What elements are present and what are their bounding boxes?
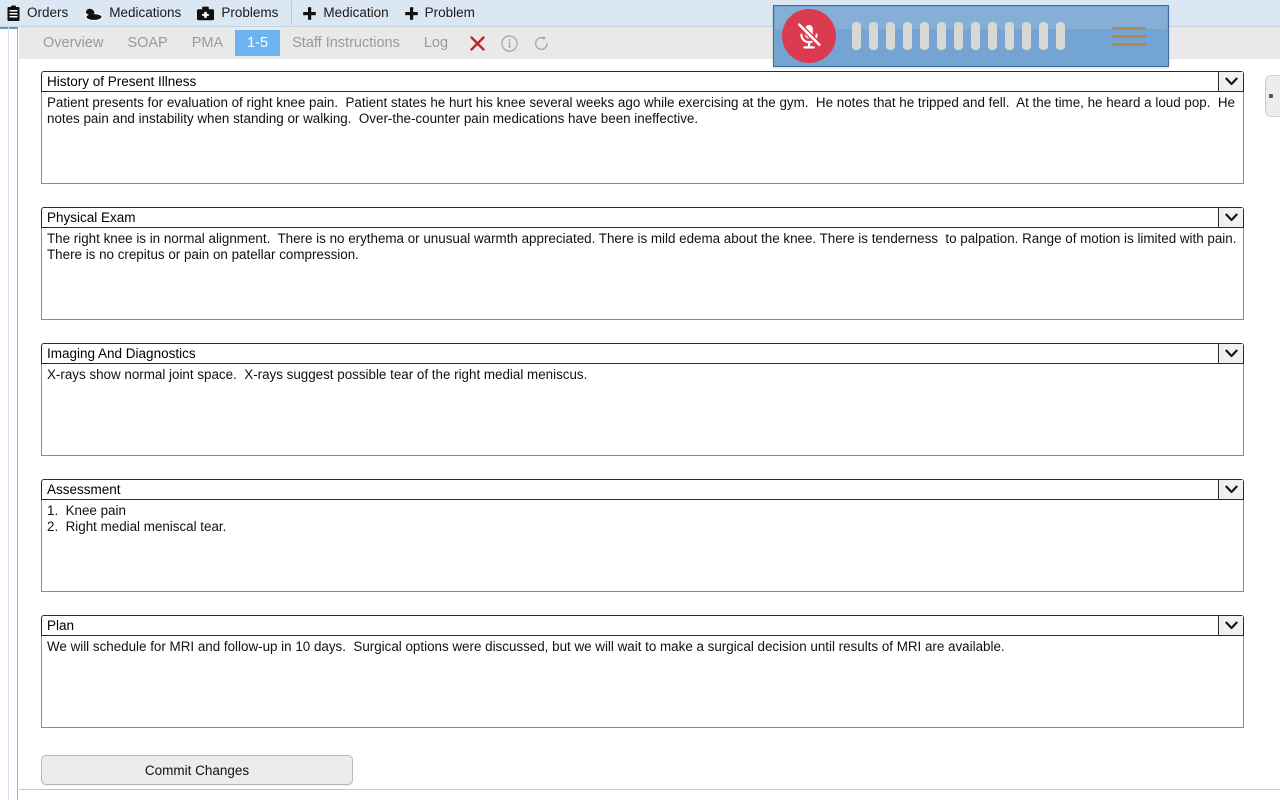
section-header[interactable]: Assessment	[41, 479, 1244, 500]
waveform-bar	[852, 22, 861, 50]
tab-log[interactable]: Log	[412, 30, 460, 56]
section-text[interactable]: X-rays show normal joint space. X-rays s…	[41, 364, 1244, 456]
menu-line	[1112, 42, 1146, 46]
waveform-bar	[886, 22, 895, 50]
microphone-muted-icon[interactable]	[782, 9, 836, 63]
waveform-bar	[869, 22, 878, 50]
toolbar-item-medications[interactable]: Medications	[77, 0, 190, 27]
note-section-plan: Plan We will schedule for MRI and follow…	[41, 615, 1244, 728]
waveform-bar	[1039, 22, 1048, 50]
dictation-toolbar[interactable]	[773, 5, 1169, 67]
left-rail	[0, 27, 18, 800]
note-section-imaging-and-diagnostics: Imaging And Diagnostics X-rays show norm…	[41, 343, 1244, 456]
section-text[interactable]: The right knee is in normal alignment. T…	[41, 228, 1244, 320]
left-rail-divider	[8, 27, 9, 800]
plus-icon	[302, 6, 317, 21]
toolbar-separator	[291, 1, 293, 25]
waveform-bar	[954, 22, 963, 50]
section-text[interactable]: 1. Knee pain 2. Right medial meniscal te…	[41, 500, 1244, 592]
chevron-down-icon[interactable]	[1218, 616, 1243, 635]
plus-icon	[404, 6, 419, 21]
refresh-icon[interactable]	[526, 30, 556, 56]
section-header[interactable]: Imaging And Diagnostics	[41, 343, 1244, 364]
section-title: Assessment	[47, 481, 121, 497]
menu-line	[1112, 26, 1146, 30]
add-medication-label: Medication	[323, 5, 389, 21]
section-text[interactable]: We will schedule for MRI and follow-up i…	[41, 636, 1244, 728]
waveform-bar	[903, 22, 912, 50]
toolbar-item-label: Medications	[109, 5, 182, 21]
section-title: History of Present Illness	[47, 73, 197, 89]
clipboard-icon	[6, 5, 21, 22]
section-header[interactable]: Physical Exam	[41, 207, 1244, 228]
chevron-down-icon[interactable]	[1218, 480, 1243, 499]
toolbar-item-label: Problems	[221, 5, 279, 21]
commit-changes-button[interactable]: Commit Changes	[41, 755, 353, 785]
note-section-assessment: Assessment 1. Knee pain 2. Right medial …	[41, 479, 1244, 592]
waveform-bar	[920, 22, 929, 50]
tab-soap[interactable]: SOAP	[115, 30, 179, 56]
note-content-area: History of Present Illness Patient prese…	[19, 59, 1280, 800]
waveform-bar	[971, 22, 980, 50]
section-title: Plan	[47, 617, 75, 633]
close-icon[interactable]	[462, 30, 492, 56]
waveform-bar	[1005, 22, 1014, 50]
section-header[interactable]: Plan	[41, 615, 1244, 636]
note-section-history-of-present-illness: History of Present Illness Patient prese…	[41, 71, 1244, 184]
section-text[interactable]: Patient presents for evaluation of right…	[41, 92, 1244, 184]
section-header[interactable]: History of Present Illness	[41, 71, 1244, 92]
section-title: Imaging And Diagnostics	[47, 345, 196, 361]
menu-line	[1112, 34, 1146, 38]
medical-bag-icon	[196, 5, 215, 22]
add-problem-button[interactable]: Problem	[398, 0, 484, 27]
section-title: Physical Exam	[47, 209, 136, 225]
waveform-bar	[988, 22, 997, 50]
chevron-down-icon[interactable]	[1218, 208, 1243, 227]
pills-icon	[83, 5, 103, 22]
tab-staff-instructions[interactable]: Staff Instructions	[280, 30, 412, 56]
chevron-down-icon[interactable]	[1218, 72, 1243, 91]
toolbar-item-orders[interactable]: Orders	[0, 0, 77, 27]
info-icon[interactable]	[494, 30, 524, 56]
left-rail-cap	[0, 27, 18, 29]
edge-panel-dot	[1269, 94, 1273, 98]
dictation-waveform	[852, 22, 1065, 50]
waveform-bar	[1022, 22, 1031, 50]
tab-overview[interactable]: Overview	[31, 30, 115, 56]
application-window: Orders Medications Problems Medication P…	[0, 0, 1280, 800]
waveform-bar	[937, 22, 946, 50]
chevron-down-icon[interactable]	[1218, 344, 1243, 363]
waveform-bar	[1056, 22, 1065, 50]
hamburger-menu-icon[interactable]	[1112, 26, 1146, 46]
bottom-divider	[19, 789, 1280, 790]
note-section-physical-exam: Physical Exam The right knee is in norma…	[41, 207, 1244, 320]
add-medication-button[interactable]: Medication	[296, 0, 397, 27]
tab-pma[interactable]: PMA	[180, 30, 235, 56]
add-problem-label: Problem	[424, 5, 475, 21]
tab-1-5[interactable]: 1-5	[235, 30, 281, 56]
toolbar-item-problems[interactable]: Problems	[190, 0, 287, 27]
toolbar-item-label: Orders	[27, 5, 69, 21]
right-edge-panel[interactable]	[1265, 75, 1280, 117]
